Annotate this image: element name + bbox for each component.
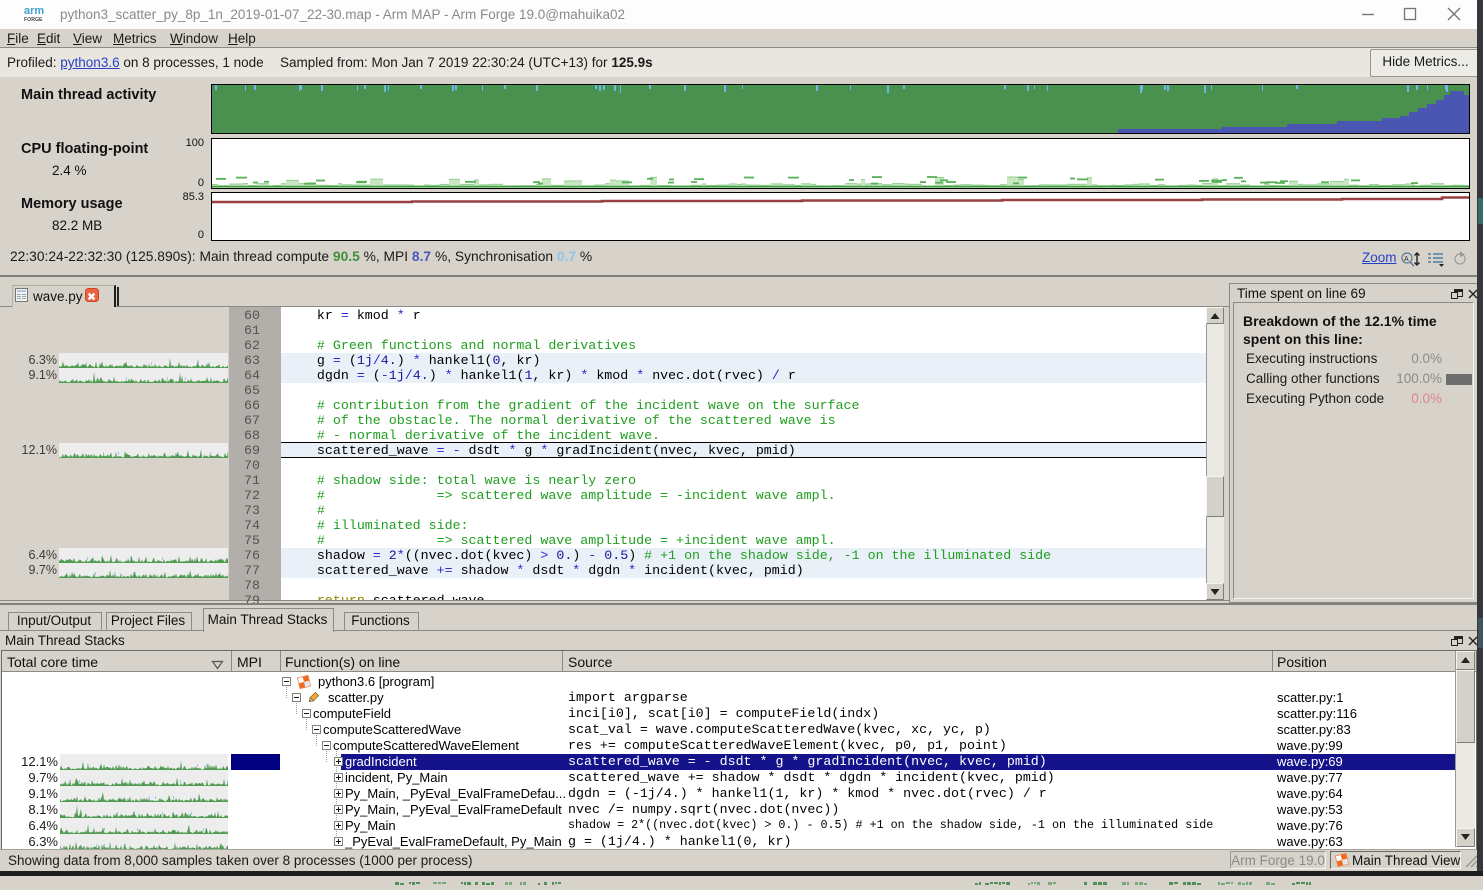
svg-text:FORGE: FORGE xyxy=(24,17,43,23)
svg-text:arm: arm xyxy=(24,5,44,17)
svg-text:A: A xyxy=(1404,256,1409,263)
